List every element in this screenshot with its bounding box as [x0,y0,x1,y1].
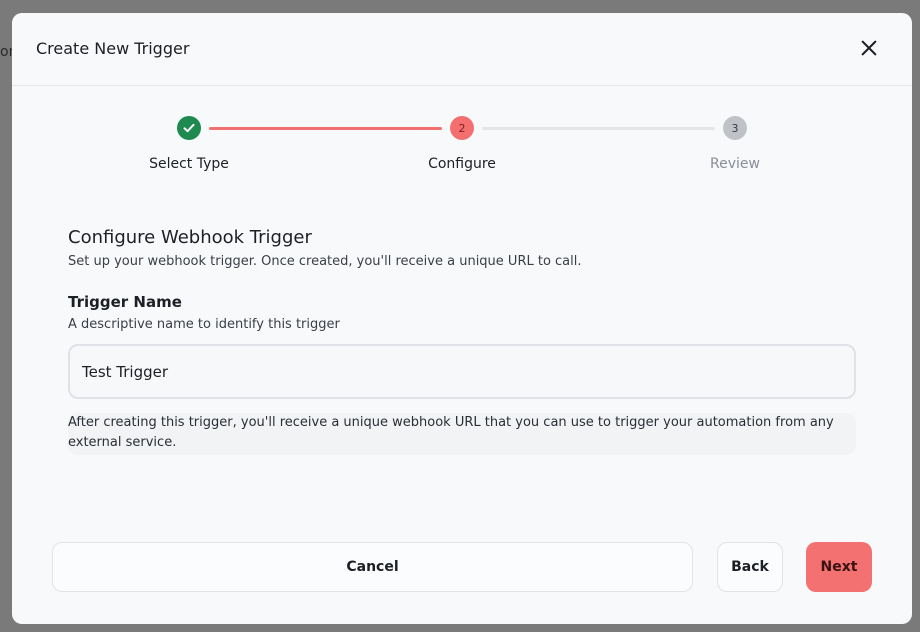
next-button[interactable]: Next [806,542,872,592]
dialog-title: Create New Trigger [36,39,190,58]
section-subtitle: Set up your webhook trigger. Once create… [68,254,582,269]
step-select-type-label: Select Type [149,156,229,172]
step-select-type-indicator [177,116,201,140]
dialog-header: Create New Trigger [12,13,912,86]
create-trigger-dialog: Create New Trigger 2 3 Select Type Confi… [12,13,912,624]
trigger-name-label: Trigger Name [68,293,182,311]
back-button[interactable]: Back [717,542,783,592]
stepper-connector-complete [209,127,442,130]
cancel-button[interactable]: Cancel [52,542,693,592]
trigger-name-input[interactable] [68,344,856,399]
step-review-indicator: 3 [723,116,747,140]
configure-form: Configure Webhook Trigger Set up your we… [68,227,856,455]
webhook-info-note: After creating this trigger, you'll rece… [68,413,856,455]
check-icon [183,123,195,133]
step-configure-label: Configure [428,156,496,172]
close-icon[interactable] [858,37,880,59]
stepper-connector-pending [482,127,715,130]
stepper: 2 3 Select Type Configure Review [12,86,912,186]
dialog-footer: Cancel Back Next [52,542,872,592]
step-configure-indicator: 2 [450,116,474,140]
section-title: Configure Webhook Trigger [68,227,312,248]
trigger-name-help: A descriptive name to identify this trig… [68,317,340,332]
step-review-label: Review [710,156,760,172]
